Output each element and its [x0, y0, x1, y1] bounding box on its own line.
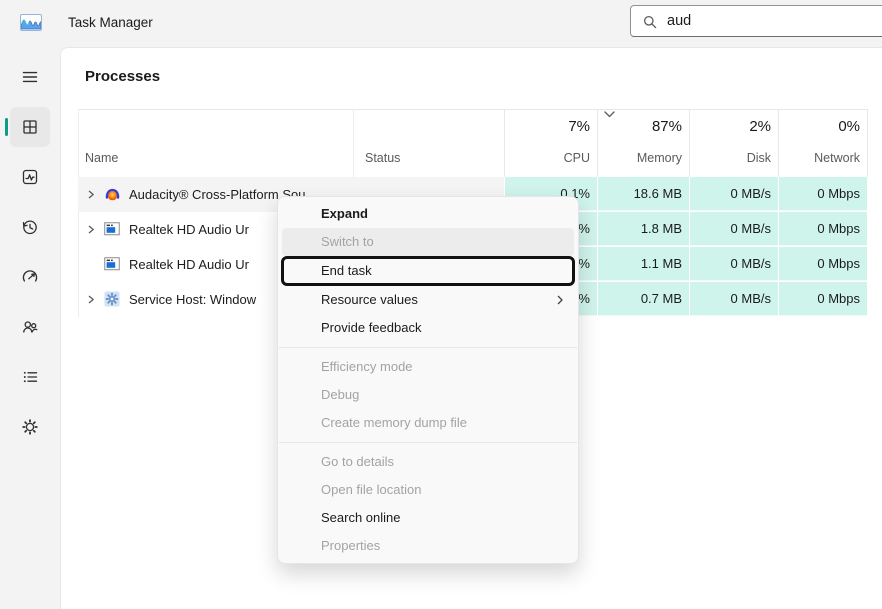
sidebar-item-app-history[interactable]	[10, 207, 50, 247]
menu-separator	[279, 442, 577, 443]
menu-item-switch-to: Switch to	[282, 228, 574, 256]
disk-cell: 0 MB/s	[689, 282, 778, 316]
network-cell: 0 Mbps	[778, 282, 867, 316]
menu-item-label: Resource values	[321, 292, 418, 307]
history-icon	[21, 218, 39, 236]
expand-chevron-icon[interactable]	[86, 224, 96, 235]
sort-descending-icon	[604, 111, 615, 118]
sidebar-hamburger-button[interactable]	[10, 57, 50, 97]
sidebar-item-users[interactable]	[10, 307, 50, 347]
network-cell: 0 Mbps	[778, 177, 867, 211]
menu-item-efficiency-mode: Efficiency mode	[278, 353, 578, 381]
page-title: Processes	[85, 68, 160, 85]
sidebar-item-services[interactable]	[10, 407, 50, 447]
sidebar	[0, 46, 60, 609]
hamburger-icon	[21, 68, 39, 86]
processes-icon	[21, 118, 39, 136]
sidebar-item-startup-apps[interactable]	[10, 257, 50, 297]
gear-icon	[21, 418, 39, 436]
disk-cell: 0 MB/s	[689, 212, 778, 246]
column-header-name[interactable]: Name	[85, 151, 118, 165]
network-cell: 0 Mbps	[778, 247, 867, 281]
column-header-status[interactable]: Status	[365, 151, 400, 165]
menu-item-go-to-details: Go to details	[278, 448, 578, 476]
realtek-icon	[104, 256, 120, 272]
users-icon	[21, 318, 39, 336]
task-manager-app-icon	[20, 14, 42, 31]
menu-item-end-task[interactable]: End task	[281, 256, 575, 286]
expand-chevron-icon[interactable]	[86, 189, 96, 200]
performance-icon	[21, 168, 39, 186]
memory-cell: 0.7 MB	[597, 282, 689, 316]
search-input[interactable]	[667, 6, 837, 36]
menu-item-search-online[interactable]: Search online	[278, 504, 578, 532]
sidebar-item-performance[interactable]	[10, 157, 50, 197]
column-header-disk[interactable]: Disk	[689, 151, 771, 165]
menu-item-provide-feedback[interactable]: Provide feedback	[278, 314, 578, 342]
audacity-icon	[104, 186, 121, 203]
sidebar-item-details[interactable]	[10, 357, 50, 397]
gauge-icon	[21, 268, 39, 286]
network-total-value[interactable]: 0%	[778, 118, 860, 135]
menu-item-open-file-location: Open file location	[278, 476, 578, 504]
gridline	[867, 109, 868, 177]
search-box[interactable]	[630, 5, 882, 37]
table-top-border	[78, 109, 867, 110]
menu-item-resource-values[interactable]: Resource values	[278, 286, 578, 314]
disk-cell: 0 MB/s	[689, 177, 778, 211]
memory-cell: 1.1 MB	[597, 247, 689, 281]
menu-item-properties: Properties	[278, 532, 578, 560]
realtek-icon	[104, 221, 120, 237]
network-cell: 0 Mbps	[778, 212, 867, 246]
expand-chevron-icon[interactable]	[86, 294, 96, 305]
selected-accent-pill	[5, 118, 8, 136]
app-title: Task Manager	[68, 0, 153, 46]
column-header-network[interactable]: Network	[778, 151, 860, 165]
cpu-total-value[interactable]: 7%	[504, 118, 590, 135]
memory-cell: 1.8 MB	[597, 212, 689, 246]
menu-separator	[279, 347, 577, 348]
column-header-memory[interactable]: Memory	[597, 151, 682, 165]
disk-cell: 0 MB/s	[689, 247, 778, 281]
sidebar-item-processes[interactable]	[10, 107, 50, 147]
details-list-icon	[21, 368, 39, 386]
search-icon	[643, 15, 657, 29]
menu-item-expand[interactable]: Expand	[278, 200, 578, 228]
memory-cell: 18.6 MB	[597, 177, 689, 211]
menu-item-create-memory-dump-file: Create memory dump file	[278, 409, 578, 437]
menu-item-debug: Debug	[278, 381, 578, 409]
disk-total-value[interactable]: 2%	[689, 118, 771, 135]
service-gear-icon	[104, 291, 120, 307]
context-menu: Expand Switch to End task Resource value…	[277, 196, 579, 564]
submenu-chevron-icon	[556, 294, 564, 306]
memory-total-value[interactable]: 87%	[597, 118, 682, 135]
titlebar: Task Manager	[0, 0, 882, 46]
column-header-cpu[interactable]: CPU	[504, 151, 590, 165]
